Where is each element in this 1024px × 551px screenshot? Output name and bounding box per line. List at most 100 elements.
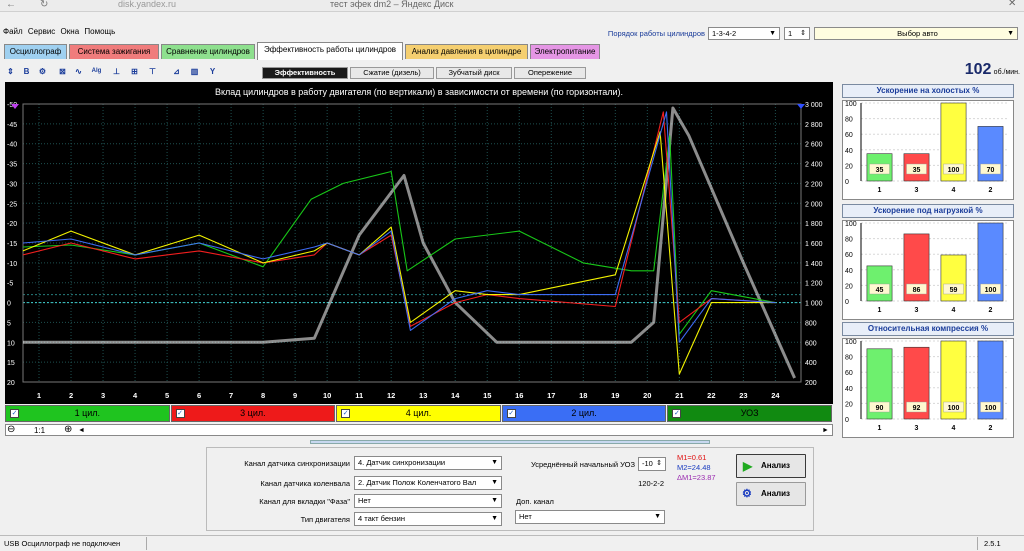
filter-icon[interactable]: Y — [206, 64, 219, 79]
uoz-spin[interactable]: -10 ⇕ — [638, 457, 666, 471]
table-icon[interactable]: ⊞ — [128, 64, 141, 79]
channel-toggle-2[interactable]: ✓ 3 цил. — [170, 405, 336, 422]
zoom-fit-icon[interactable]: ⇕ — [4, 64, 17, 79]
x-tick-label: 1 — [37, 391, 41, 400]
tab-2[interactable]: Система зажигания — [69, 44, 159, 59]
crank-label: Канал датчика коленвала — [260, 479, 350, 488]
panel-category-label: 1 — [878, 425, 882, 432]
analyze-button-primary[interactable]: ▶ Анализ — [736, 454, 806, 478]
checkbox-icon[interactable]: ✓ — [672, 409, 682, 418]
checkbox-icon[interactable]: ✓ — [506, 409, 516, 418]
channel-toggle-5[interactable]: ✓ УОЗ — [667, 405, 832, 422]
zoom-out-icon[interactable]: ⊖ — [7, 424, 15, 435]
play-icon: ▶ — [743, 459, 753, 473]
x-tick-label: 9 — [293, 391, 297, 400]
analyze-button-secondary[interactable]: ⚙ Анализ — [736, 482, 806, 506]
car-select[interactable]: Выбор авто ▼ — [814, 27, 1018, 40]
bars-icon[interactable]: ▥ — [188, 64, 201, 79]
checkbox-icon[interactable]: ✓ — [341, 409, 351, 418]
panel-category-label: 3 — [915, 425, 919, 432]
channel-label: 3 цил. — [240, 408, 266, 418]
subtab-compression[interactable]: Сжатие (дизель) — [350, 67, 434, 79]
panel-axis-label: 100 — [845, 101, 857, 108]
tab-1[interactable]: Осциллограф — [4, 44, 67, 59]
bold-icon[interactable]: B — [20, 64, 33, 79]
tab-5[interactable]: Анализ давления в цилиндре — [405, 44, 528, 59]
channel-toggle-1[interactable]: ✓ 1 цил. — [5, 405, 170, 422]
x-tick-label: 24 — [771, 391, 780, 400]
marker-icon[interactable]: ⊤ — [146, 64, 159, 79]
menu-windows[interactable]: Окна — [61, 27, 80, 36]
engine-select[interactable]: 4 такт бензин ▼ — [354, 512, 502, 526]
panel-chart-3: 100 80 60 40 20 0 90 1 92 3 100 4 100 2 — [842, 338, 1014, 438]
checkbox-icon[interactable]: ✓ — [175, 409, 185, 418]
subtab-advance[interactable]: Опережение — [514, 67, 586, 79]
scale-icon[interactable]: ⊠ — [56, 64, 69, 79]
tab-6[interactable]: Электропитание — [530, 44, 600, 59]
order-spin[interactable]: 1 ⇕ — [784, 27, 810, 40]
panel-axis-label: 80 — [845, 237, 853, 244]
panel-axis-label: 60 — [845, 132, 853, 139]
menu-file[interactable]: Файл — [3, 27, 23, 36]
order-select[interactable]: 1-3-4-2 ▼ — [708, 27, 780, 40]
left-tick-label: -5 — [7, 281, 13, 288]
panel-divider[interactable] — [310, 440, 710, 444]
tab-3[interactable]: Сравнение цилиндров — [161, 44, 255, 59]
subtab-efficiency[interactable]: Эффективность — [262, 67, 348, 79]
panel-value-label: 100 — [985, 287, 997, 294]
panel-value-label: 35 — [876, 167, 884, 174]
extra-label: Доп. канал — [516, 497, 554, 506]
x-tick-label: 2 — [69, 391, 73, 400]
measure-m1: M1=0.61 — [677, 453, 707, 462]
zoom-level: 1:1 — [34, 426, 46, 435]
tree-icon[interactable]: ⊥ — [110, 64, 123, 79]
reload-icon[interactable]: ↻ — [40, 0, 48, 10]
x-tick-label: 6 — [197, 391, 201, 400]
status-sep — [146, 537, 978, 550]
crank-select[interactable]: 2. Датчик Полож Коленчатого Вал ▼ — [354, 476, 502, 490]
order-value: 1-3-4-2 — [712, 29, 737, 38]
right-tick-label: 800 — [805, 320, 817, 327]
compare-icon[interactable]: ⊿ — [170, 64, 183, 79]
algorithm-icon[interactable]: Alg — [90, 64, 103, 79]
panel-title-3: Относительная компрессия % — [842, 322, 1014, 336]
left-tick-label: 20 — [7, 380, 15, 387]
close-icon[interactable]: ✕ — [1008, 0, 1016, 9]
engine-icon[interactable]: ⚙ — [36, 64, 49, 79]
wave-icon[interactable]: ∿ — [72, 64, 85, 79]
x-tick-label: 18 — [579, 391, 587, 400]
right-tick-label: 2 600 — [805, 142, 823, 149]
chevron-down-icon: ▼ — [491, 515, 498, 522]
panel-value-label: 90 — [876, 405, 884, 412]
channel-label: 4 цил. — [405, 408, 432, 418]
sync-select[interactable]: 4. Датчик синхронизации ▼ — [354, 456, 502, 470]
menu-service[interactable]: Сервис — [28, 27, 55, 36]
chevron-down-icon: ▼ — [491, 459, 498, 466]
phase-select[interactable]: Нет ▼ — [354, 494, 502, 508]
panel-category-label: 3 — [915, 187, 919, 194]
engine-value: 4 такт бензин — [358, 514, 405, 523]
channel-toggle-4[interactable]: ✓ 2 цил. — [501, 405, 667, 422]
extra-select[interactable]: Нет ▼ — [515, 510, 665, 524]
back-icon[interactable]: ← — [6, 0, 16, 10]
channel-label: 2 цил. — [571, 408, 597, 418]
left-tick-label: -15 — [7, 241, 17, 248]
address-text[interactable]: disk.yandex.ru — [118, 0, 176, 9]
tab-4[interactable]: Эффективность работы цилиндров — [257, 42, 403, 60]
zoom-in-icon[interactable]: ⊕ — [64, 424, 72, 435]
efficiency-chart[interactable]: Вклад цилиндров в работу двигателя (по в… — [5, 82, 833, 404]
checkbox-icon[interactable]: ✓ — [10, 409, 19, 418]
scroll-right-icon[interactable]: ► — [822, 425, 829, 436]
channel-label: 1 цил. — [74, 408, 101, 418]
order-spin-value: 1 — [788, 29, 793, 38]
panel-value-label: 45 — [876, 287, 884, 294]
panel-axis-label: 20 — [845, 283, 853, 290]
menu-help[interactable]: Помощь — [84, 27, 115, 36]
analyze-label-1: Анализ — [761, 461, 791, 470]
scroll-left-icon[interactable]: ◄ — [78, 425, 85, 436]
channel-toggle-3[interactable]: ✓ 4 цил. — [336, 405, 501, 422]
x-tick-label: 13 — [419, 391, 427, 400]
panel-axis-label: 100 — [845, 339, 857, 346]
subtab-gear-disk[interactable]: Зубчатый диск — [436, 67, 512, 79]
panel-category-label: 2 — [989, 187, 993, 194]
